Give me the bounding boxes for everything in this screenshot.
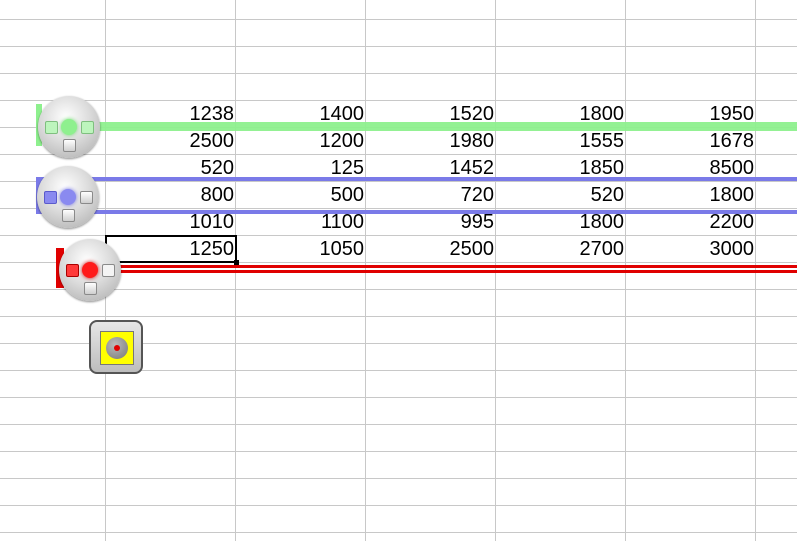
row-handle-green-icon[interactable] (38, 96, 100, 158)
cell[interactable]: 1200 (236, 128, 366, 154)
gridline (0, 478, 797, 479)
gridline (0, 19, 797, 20)
cell[interactable]: 1980 (366, 128, 496, 154)
cell[interactable]: 1050 (236, 236, 366, 262)
cell[interactable]: 8500 (626, 155, 756, 181)
handle-bottom-square-icon[interactable] (63, 139, 76, 152)
cell[interactable]: 1452 (366, 155, 496, 181)
gridline (0, 424, 797, 425)
record-icon (106, 337, 128, 359)
cell[interactable]: 1850 (496, 155, 626, 181)
cell[interactable]: 125 (236, 155, 366, 181)
table-row: 800 500 720 520 1800 (106, 182, 797, 208)
row-handle-red-icon[interactable] (59, 239, 121, 301)
record-button[interactable] (89, 320, 143, 374)
cell[interactable]: 1010 (106, 209, 236, 235)
cell[interactable]: 1800 (496, 101, 626, 127)
handle-center-dot-icon (82, 262, 98, 278)
handle-left-square-icon[interactable] (45, 121, 58, 134)
cell[interactable]: 520 (106, 155, 236, 181)
table-row: 520 125 1452 1850 8500 (106, 155, 797, 181)
gridline (0, 46, 797, 47)
cell[interactable]: 720 (366, 182, 496, 208)
cell[interactable]: 995 (366, 209, 496, 235)
handle-right-square-icon[interactable] (80, 191, 93, 204)
handle-bottom-square-icon[interactable] (62, 209, 75, 222)
gridline (0, 505, 797, 506)
cell[interactable]: 1100 (236, 209, 366, 235)
handle-right-square-icon[interactable] (102, 264, 115, 277)
row-highlight-red-line (56, 270, 797, 273)
table-row: 1238 1400 1520 1800 1950 (106, 101, 797, 127)
handle-bottom-square-icon[interactable] (84, 282, 97, 295)
gridline (0, 316, 797, 317)
row-handle-blue-icon[interactable] (37, 166, 99, 228)
cell[interactable]: 1800 (626, 182, 756, 208)
cell[interactable]: 2700 (496, 236, 626, 262)
cell[interactable]: 1238 (106, 101, 236, 127)
selected-cell[interactable]: 1250 (105, 235, 239, 265)
cell[interactable]: 1520 (366, 101, 496, 127)
handle-right-square-icon[interactable] (81, 121, 94, 134)
gridline (0, 532, 797, 533)
record-button-face (100, 331, 134, 365)
row-highlight-red-line (56, 265, 797, 268)
handle-left-square-icon[interactable] (66, 264, 79, 277)
handle-center-dot-icon (61, 119, 77, 135)
cell[interactable]: 1400 (236, 101, 366, 127)
table-row: 1010 1100 995 1800 2200 (106, 209, 797, 235)
cell[interactable]: 2200 (626, 209, 756, 235)
cell[interactable]: 1950 (626, 101, 756, 127)
cell[interactable]: 1800 (496, 209, 626, 235)
cell[interactable]: 1555 (496, 128, 626, 154)
cell[interactable]: 2500 (106, 128, 236, 154)
cell[interactable]: 2500 (366, 236, 496, 262)
gridline (0, 289, 797, 290)
cell[interactable]: 520 (496, 182, 626, 208)
record-dot-icon (114, 345, 120, 351)
cell[interactable]: 1678 (626, 128, 756, 154)
gridline (0, 451, 797, 452)
cell[interactable]: 500 (236, 182, 366, 208)
handle-left-square-icon[interactable] (44, 191, 57, 204)
gridline (0, 73, 797, 74)
handle-center-dot-icon (60, 189, 76, 205)
cell[interactable]: 3000 (626, 236, 756, 262)
gridline (0, 397, 797, 398)
table-row: 2500 1200 1980 1555 1678 (106, 128, 797, 154)
table-row: 1250 1050 2500 2700 3000 (105, 235, 797, 265)
cell[interactable]: 800 (106, 182, 236, 208)
